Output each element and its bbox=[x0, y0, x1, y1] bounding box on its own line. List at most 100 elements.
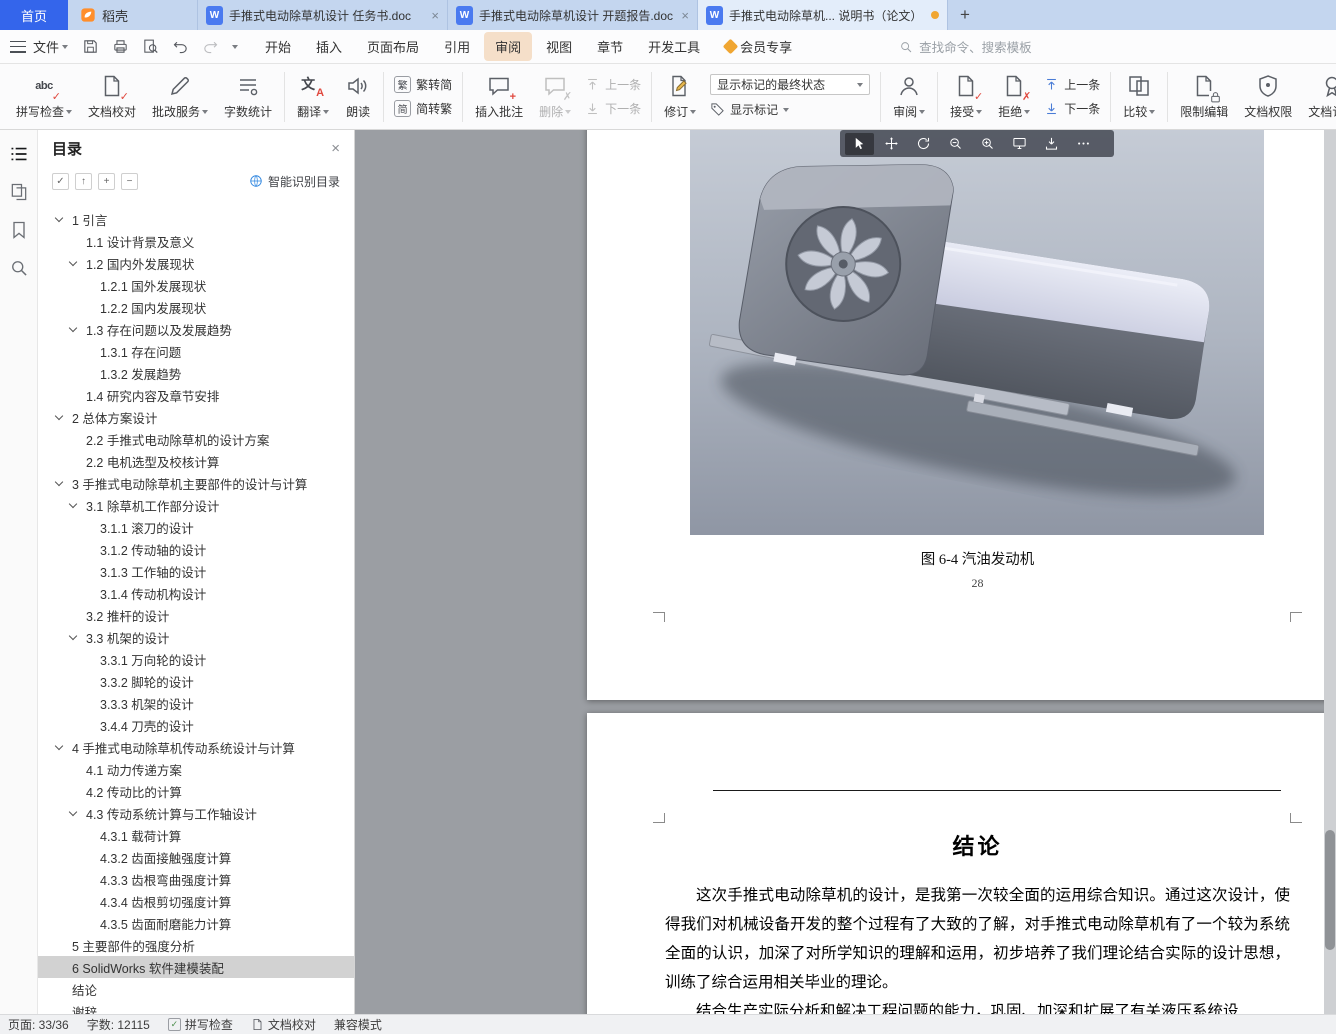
chevron-down-icon[interactable] bbox=[68, 499, 78, 509]
search-icon[interactable] bbox=[9, 258, 29, 278]
doc-proof-button[interactable]: ✓ 文档校对 bbox=[80, 73, 144, 120]
compare-button[interactable]: 比较 bbox=[1115, 73, 1163, 120]
word-count-indicator[interactable]: 字数: 12115 bbox=[87, 1016, 150, 1033]
zoom-out-button[interactable] bbox=[941, 133, 970, 155]
more-tools-button[interactable] bbox=[1069, 133, 1098, 155]
fit-screen-button[interactable] bbox=[1005, 133, 1034, 155]
simp-to-trad-button[interactable]: 简简转繁 bbox=[394, 99, 452, 118]
document-tab-1[interactable]: W 手推式电动除草机设计 任务书.doc × bbox=[198, 0, 448, 30]
toc-item[interactable]: 4 手推式电动除草机传动系统设计与计算 bbox=[38, 736, 354, 758]
pan-tool-button[interactable] bbox=[877, 133, 906, 155]
toc-item[interactable]: 3.1 除草机工作部分设计 bbox=[38, 494, 354, 516]
zoom-in-button[interactable] bbox=[973, 133, 1002, 155]
toc-item[interactable]: 2.2 电机选型及校核计算 bbox=[38, 450, 354, 472]
scrollbar-thumb[interactable] bbox=[1325, 830, 1335, 950]
toc-item[interactable]: 1.3.1 存在问题 bbox=[38, 340, 354, 362]
toc-expand-all-button[interactable]: + bbox=[98, 172, 115, 190]
doc-permission-button[interactable]: 文档权限 bbox=[1236, 73, 1300, 120]
toc-item[interactable]: 3.1.4 传动机构设计 bbox=[38, 582, 354, 604]
next-comment-button[interactable]: 下一条 bbox=[585, 99, 641, 118]
toc-item[interactable]: 1.2.2 国内发展现状 bbox=[38, 296, 354, 318]
prev-change-button[interactable]: 上一条 bbox=[1044, 75, 1100, 94]
accept-button[interactable]: ✓ 接受 bbox=[942, 73, 990, 120]
docer-tab[interactable]: 稻壳 bbox=[68, 0, 198, 30]
document-tab-2[interactable]: W 手推式电动除草机设计 开题报告.doc × bbox=[448, 0, 698, 30]
document-page-33[interactable]: 图 6-4 汽油发动机 28 bbox=[587, 130, 1336, 700]
toc-item[interactable]: 2.2 手推式电动除草机的设计方案 bbox=[38, 428, 354, 450]
vertical-scrollbar[interactable] bbox=[1324, 130, 1336, 1014]
body-text[interactable]: 这次手推式电动除草机的设计，是我第一次较全面的运用综合知识。通过这次设计，使得我… bbox=[665, 881, 1290, 1014]
tab-start[interactable]: 开始 bbox=[254, 32, 302, 61]
page-thumbnails-icon[interactable] bbox=[9, 182, 29, 202]
doc-certify-button[interactable]: 文档认证 bbox=[1300, 73, 1336, 120]
bookmark-icon[interactable] bbox=[9, 220, 29, 240]
hamburger-icon[interactable] bbox=[10, 40, 26, 53]
toc-item[interactable]: 3.3.1 万向轮的设计 bbox=[38, 648, 354, 670]
redo-icon[interactable] bbox=[202, 38, 219, 55]
toc-item[interactable]: 4.3.5 齿面耐磨能力计算 bbox=[38, 912, 354, 934]
toc-item[interactable]: 结论 bbox=[38, 978, 354, 1000]
toc-item[interactable]: 1.3 存在问题以及发展趋势 bbox=[38, 318, 354, 340]
toc-item[interactable]: 3.3.3 机架的设计 bbox=[38, 692, 354, 714]
toc-item[interactable]: 3.3 机架的设计 bbox=[38, 626, 354, 648]
toc-item[interactable]: 2 总体方案设计 bbox=[38, 406, 354, 428]
chevron-down-icon[interactable] bbox=[68, 257, 78, 267]
read-aloud-button[interactable]: 朗读 bbox=[337, 73, 379, 120]
tab-insert[interactable]: 插入 bbox=[305, 32, 353, 61]
command-search[interactable]: 查找命令、搜索模板 bbox=[899, 37, 1032, 56]
tab-references[interactable]: 引用 bbox=[433, 32, 481, 61]
save-icon[interactable] bbox=[82, 38, 99, 55]
gasoline-engine-figure[interactable] bbox=[690, 130, 1264, 535]
chevron-down-icon[interactable] bbox=[68, 323, 78, 333]
toc-item[interactable]: 4.3.3 齿根弯曲强度计算 bbox=[38, 868, 354, 890]
print-preview-icon[interactable] bbox=[142, 38, 159, 55]
toc-item[interactable]: 1.1 设计背景及意义 bbox=[38, 230, 354, 252]
toc-item[interactable]: 3.3.2 脚轮的设计 bbox=[38, 670, 354, 692]
toc-item[interactable]: 3.1.2 传动轴的设计 bbox=[38, 538, 354, 560]
toc-item[interactable]: 1.3.2 发展趋势 bbox=[38, 362, 354, 384]
print-icon[interactable] bbox=[112, 38, 129, 55]
toc-item[interactable]: 4.2 传动比的计算 bbox=[38, 780, 354, 802]
review-button[interactable]: 审阅 bbox=[885, 73, 933, 120]
reject-button[interactable]: ✗ 拒绝 bbox=[990, 73, 1038, 120]
prev-comment-button[interactable]: 上一条 bbox=[585, 75, 641, 94]
document-canvas[interactable]: 图 6-4 汽油发动机 28 结论 这次手推式电动除草机的设计，是我第一次较全面… bbox=[355, 130, 1336, 1014]
toc-item[interactable]: 4.3.2 齿面接触强度计算 bbox=[38, 846, 354, 868]
smart-recognize-toc-button[interactable]: 智能识别目录 bbox=[249, 173, 340, 190]
trad-to-simp-button[interactable]: 繁繁转简 bbox=[394, 75, 452, 94]
toc-item[interactable]: 1.2.1 国外发展现状 bbox=[38, 274, 354, 296]
toc-item[interactable]: 3 手推式电动除草机主要部件的设计与计算 bbox=[38, 472, 354, 494]
chevron-down-icon[interactable] bbox=[54, 411, 64, 421]
toc-item[interactable]: 1.2 国内外发展现状 bbox=[38, 252, 354, 274]
toc-locate-button[interactable]: ↑ bbox=[75, 172, 92, 190]
correction-service-button[interactable]: 批改服务 bbox=[144, 73, 216, 120]
toc-item[interactable]: 1.4 研究内容及章节安排 bbox=[38, 384, 354, 406]
tab-section[interactable]: 章节 bbox=[586, 32, 634, 61]
page-indicator[interactable]: 页面: 33/36 bbox=[8, 1016, 69, 1033]
word-count-button[interactable]: 字数统计 bbox=[216, 73, 280, 120]
undo-icon[interactable] bbox=[172, 38, 189, 55]
save-image-button[interactable] bbox=[1037, 133, 1066, 155]
close-icon[interactable]: × bbox=[431, 8, 439, 23]
toc-item[interactable]: 4.3.1 载荷计算 bbox=[38, 824, 354, 846]
quick-access-chevron-icon[interactable] bbox=[232, 44, 239, 49]
toc-item[interactable]: 4.1 动力传递方案 bbox=[38, 758, 354, 780]
toc-panel-icon[interactable] bbox=[9, 144, 29, 164]
document-page-34[interactable]: 结论 这次手推式电动除草机的设计，是我第一次较全面的运用综合知识。通过这次设计，… bbox=[587, 713, 1336, 1014]
toc-item[interactable]: 3.1.3 工作轴的设计 bbox=[38, 560, 354, 582]
chevron-down-icon[interactable] bbox=[54, 741, 64, 751]
close-icon[interactable]: × bbox=[681, 8, 689, 23]
toc-item[interactable]: 4.3 传动系统计算与工作轴设计 bbox=[38, 802, 354, 824]
close-icon[interactable]: × bbox=[331, 140, 340, 157]
chevron-down-icon[interactable] bbox=[54, 477, 64, 487]
translate-button[interactable]: 文A 翻译 bbox=[289, 73, 337, 120]
toc-item[interactable]: 4.3.4 齿根剪切强度计算 bbox=[38, 890, 354, 912]
rotate-tool-button[interactable] bbox=[909, 133, 938, 155]
toc-item[interactable]: 3.2 推杆的设计 bbox=[38, 604, 354, 626]
new-tab-button[interactable]: + bbox=[948, 0, 982, 30]
toc-item[interactable]: 3.1.1 滚刀的设计 bbox=[38, 516, 354, 538]
file-menu-button[interactable]: 文件 bbox=[33, 37, 69, 56]
track-changes-button[interactable]: 修订 bbox=[656, 73, 704, 120]
show-markup-button[interactable]: 显示标记 bbox=[710, 100, 870, 119]
toc-item[interactable]: 3.4.4 刀壳的设计 bbox=[38, 714, 354, 736]
